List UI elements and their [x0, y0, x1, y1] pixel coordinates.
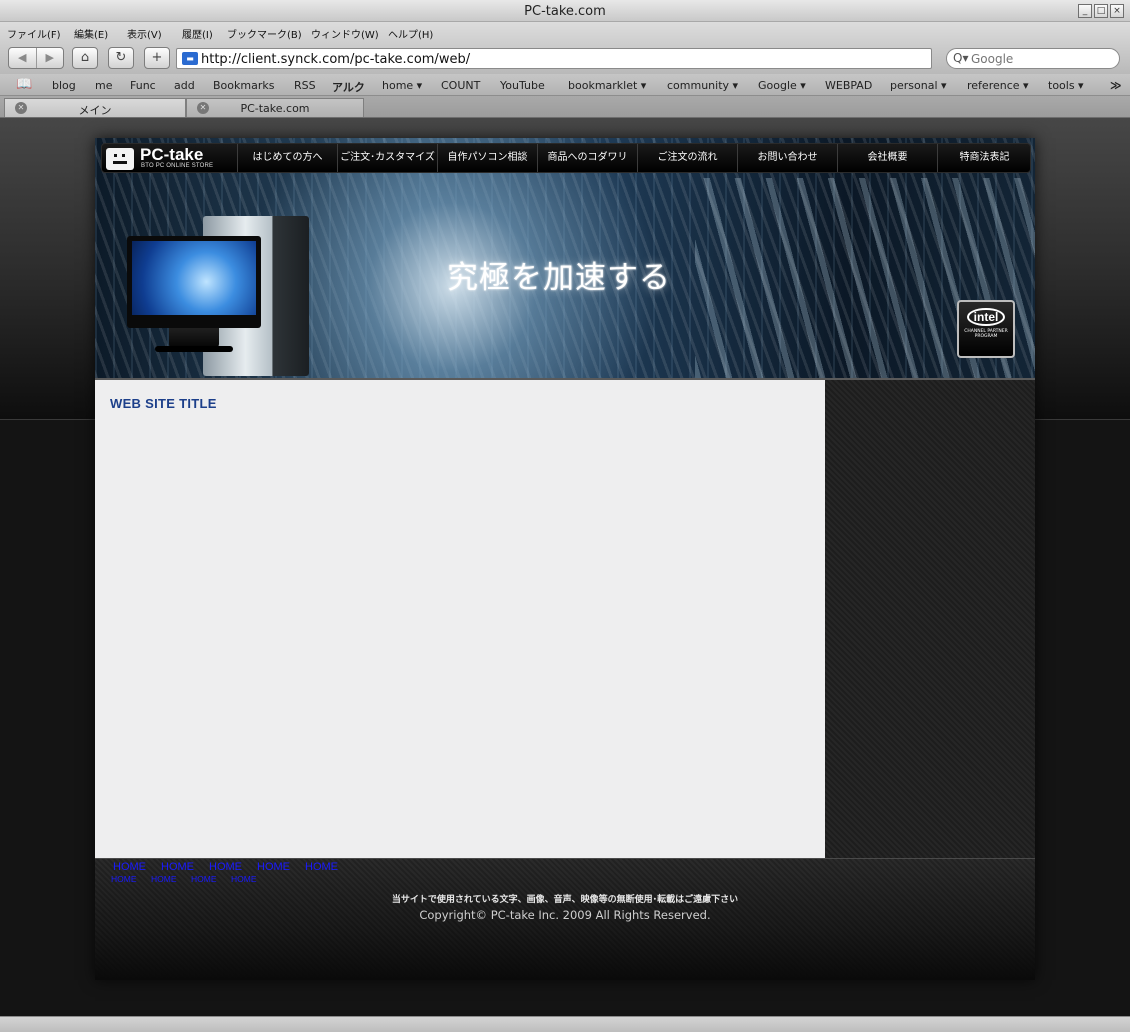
- footer-link-home[interactable]: HOME: [113, 861, 146, 873]
- intel-badge-text: CHANNEL PARTNER PROGRAM: [964, 329, 1008, 339]
- tab-main[interactable]: ✕ メイン: [4, 98, 186, 117]
- monitor-image: [127, 236, 261, 328]
- open-book-icon[interactable]: 📖: [16, 77, 32, 92]
- bookmark-folder[interactable]: reference ▾: [967, 79, 1029, 92]
- site-logo[interactable]: PC-take BTO PC ONLINE STORE: [106, 145, 236, 171]
- bookmark-item[interactable]: Func: [130, 79, 156, 92]
- bookmark-item[interactable]: me: [95, 79, 112, 92]
- bookmark-folder[interactable]: personal ▾: [890, 79, 947, 92]
- tab-label: PC-take.com: [240, 102, 310, 115]
- close-button[interactable]: ×: [1110, 4, 1124, 18]
- search-input[interactable]: [971, 51, 1111, 66]
- menu-bookmarks[interactable]: ブックマーク(B): [227, 26, 302, 41]
- plus-icon: +: [151, 50, 163, 65]
- menu-help[interactable]: ヘルプ(H): [388, 26, 433, 41]
- window-title: PC-take.com: [524, 4, 606, 19]
- browser-toolbar: ◀ ▶ ⌂ ↻ + ▬ http://client.synck.com/pc-t…: [0, 42, 1130, 74]
- sidebar: [825, 378, 1035, 858]
- forward-button-icon[interactable]: ▶: [37, 48, 64, 68]
- footer-copyright: Copyright© PC-take Inc. 2009 All Rights …: [419, 908, 711, 922]
- bookmark-item[interactable]: WEBPAD: [825, 79, 872, 92]
- bookmarks-bar: 📖 blog me Func add Bookmarks RSS アルク hom…: [0, 74, 1130, 96]
- footer-sublink-home[interactable]: HOME: [231, 874, 257, 884]
- bookmark-item[interactable]: add: [174, 79, 195, 92]
- menu-file[interactable]: ファイル(F): [7, 26, 61, 41]
- footer-link-home[interactable]: HOME: [161, 861, 194, 873]
- nav-order-flow[interactable]: ご注文の流れ: [637, 144, 737, 172]
- footer-notice: 当サイトで使用されている文字、画像、音声、映像等の無断使用･転載はご遠慮下さい: [391, 895, 739, 905]
- logo-subtitle: BTO PC ONLINE STORE: [141, 163, 214, 169]
- nav-order-customize[interactable]: ご注文･カスタマイズ: [337, 144, 437, 172]
- footer-link-home[interactable]: HOME: [257, 861, 290, 873]
- nav-custom-pc-consult[interactable]: 自作パソコン相談: [437, 144, 537, 172]
- bookmark-folder[interactable]: community ▾: [667, 79, 738, 92]
- site-header: PC-take BTO PC ONLINE STORE はじめての方へ ご注文･…: [95, 138, 1035, 378]
- window-titlebar: PC-take.com _ □ ×: [0, 0, 1130, 22]
- pc-product-image: [127, 216, 309, 378]
- back-forward-group: ◀ ▶: [8, 47, 64, 69]
- tab-bar: ✕ メイン ✕ PC-take.com: [0, 96, 1130, 118]
- minimize-button[interactable]: _: [1078, 4, 1092, 18]
- bookmark-item[interactable]: アルク: [332, 79, 365, 95]
- home-icon: ⌂: [80, 50, 90, 65]
- logo-text: PC-take: [140, 145, 204, 164]
- reload-button[interactable]: ↻: [108, 47, 134, 69]
- intel-partner-badge: intel CHANNEL PARTNER PROGRAM: [957, 300, 1015, 358]
- nav-contact[interactable]: お問い合わせ: [737, 144, 837, 172]
- url-text[interactable]: http://client.synck.com/pc-take.com/web/: [201, 52, 470, 67]
- search-icon[interactable]: Q▾: [953, 51, 968, 65]
- bookmark-item[interactable]: Bookmarks: [213, 79, 274, 92]
- global-nav: PC-take BTO PC ONLINE STORE はじめての方へ ご注文･…: [101, 143, 1031, 173]
- bookmark-folder[interactable]: bookmarklet ▾: [568, 79, 646, 92]
- reload-icon: ↻: [115, 50, 127, 65]
- tab-label: メイン: [78, 104, 112, 117]
- add-bookmark-button[interactable]: +: [144, 47, 170, 69]
- nav-product-commitment[interactable]: 商品へのコダワリ: [537, 144, 637, 172]
- footer-link-home[interactable]: HOME: [209, 861, 242, 873]
- hero-tagline: 究極を加速する: [447, 260, 671, 296]
- menu-window[interactable]: ウィンドウ(W): [311, 26, 379, 41]
- maximize-button[interactable]: □: [1094, 4, 1108, 18]
- menu-edit[interactable]: 編集(E): [74, 26, 108, 41]
- page-viewport: PC-take BTO PC ONLINE STORE はじめての方へ ご注文･…: [0, 118, 1130, 1016]
- home-button[interactable]: ⌂: [72, 47, 98, 69]
- menu-view[interactable]: 表示(V): [127, 26, 162, 41]
- bookmark-item[interactable]: COUNT: [441, 79, 480, 92]
- footer-sublink-home[interactable]: HOME: [151, 874, 177, 884]
- bookmark-item[interactable]: blog: [52, 79, 76, 92]
- bookmark-folder[interactable]: home ▾: [382, 79, 422, 92]
- window-controls: _ □ ×: [1078, 4, 1124, 18]
- intel-logo: intel: [967, 308, 1005, 326]
- status-bar: [0, 1016, 1130, 1032]
- site-footer: HOME HOME HOME HOME HOME HOME HOME HOME …: [95, 858, 1035, 980]
- back-button-icon[interactable]: ◀: [9, 48, 37, 68]
- footer-sublink-home[interactable]: HOME: [191, 874, 217, 884]
- content-title: WEB SITE TITLE: [110, 396, 217, 411]
- bookmarks-overflow-icon[interactable]: ≫: [1110, 79, 1122, 92]
- search-box[interactable]: Q▾: [946, 48, 1120, 69]
- smiley-pc-icon: [106, 148, 134, 170]
- tab-pc-take[interactable]: ✕ PC-take.com: [186, 98, 364, 117]
- footer-link-home[interactable]: HOME: [305, 861, 338, 873]
- nav-company[interactable]: 会社概要: [837, 144, 937, 172]
- nav-beginners[interactable]: はじめての方へ: [237, 144, 337, 172]
- site-container: PC-take BTO PC ONLINE STORE はじめての方へ ご注文･…: [95, 138, 1035, 980]
- main-content: WEB SITE TITLE: [95, 378, 825, 858]
- nav-legal-notice[interactable]: 特商法表記: [937, 144, 1031, 172]
- bookmark-folder[interactable]: tools ▾: [1048, 79, 1084, 92]
- footer-sublink-home[interactable]: HOME: [111, 874, 137, 884]
- menu-history[interactable]: 履歴(I): [182, 26, 213, 41]
- address-bar[interactable]: ▬ http://client.synck.com/pc-take.com/we…: [176, 48, 932, 69]
- bookmark-folder[interactable]: Google ▾: [758, 79, 806, 92]
- site-favicon-icon: ▬: [182, 52, 198, 65]
- bookmark-item[interactable]: RSS: [294, 79, 316, 92]
- bookmark-item[interactable]: YouTube: [500, 79, 545, 92]
- menu-bar: ファイル(F) 編集(E) 表示(V) 履歴(I) ブックマーク(B) ウィンド…: [0, 22, 1130, 42]
